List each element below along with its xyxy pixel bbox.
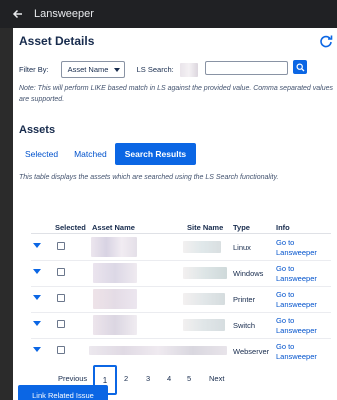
link-related-issue-button[interactable]: Link Related Issue: [18, 385, 108, 400]
column-header-selected: Selected: [55, 223, 86, 232]
expand-row-icon[interactable]: [33, 269, 41, 274]
column-header-asset-name: Asset Name: [92, 223, 135, 232]
filter-by-value: Asset Name: [67, 65, 109, 74]
search-button[interactable]: [293, 60, 307, 74]
asset-type: Switch: [233, 321, 256, 330]
window-titlebar: Lansweeper: [0, 0, 337, 28]
page-title: Asset Details: [19, 34, 95, 48]
left-gutter: [0, 28, 13, 400]
row-select-checkbox[interactable]: [57, 320, 65, 328]
asset-type: Webserver: [233, 347, 270, 356]
window-title: Lansweeper: [34, 8, 94, 20]
page-4-button[interactable]: 4: [167, 374, 171, 383]
redacted-asset-name: [93, 263, 137, 283]
asset-type: Linux: [233, 243, 251, 252]
chevron-down-icon: [113, 67, 120, 72]
asset-type: Printer: [233, 295, 256, 304]
ls-search-label: LS Search:: [136, 65, 174, 74]
row-select-checkbox[interactable]: [57, 268, 65, 276]
page-2-button[interactable]: 2: [124, 374, 128, 383]
redacted-block: [179, 62, 198, 77]
redacted-asset-name: [93, 315, 137, 335]
assets-tabs: Selected Matched Search Results: [19, 143, 197, 165]
go-to-lansweeper-link[interactable]: Go to Lansweeper: [276, 264, 326, 284]
table-row: Webserver Go to Lansweeper: [13, 339, 337, 364]
redacted-site-name: [183, 267, 227, 279]
next-page-button[interactable]: Next: [209, 374, 224, 383]
previous-page-button[interactable]: Previous: [58, 374, 87, 383]
column-header-site-name: Site Name: [187, 223, 224, 232]
go-to-lansweeper-link[interactable]: Go to Lansweeper: [276, 238, 326, 258]
column-header-info: Info: [276, 223, 290, 232]
redacted-asset-name: [93, 289, 137, 309]
table-row: Printer Go to Lansweeper: [13, 287, 337, 312]
tab-selected[interactable]: Selected: [19, 143, 66, 165]
redacted-site-name: [183, 293, 225, 305]
table-row: Linux Go to Lansweeper: [13, 235, 337, 260]
expand-row-icon[interactable]: [33, 347, 41, 352]
table-row: Switch Go to Lansweeper: [13, 313, 337, 338]
page-3-button[interactable]: 3: [146, 374, 150, 383]
redacted-asset-name: [89, 346, 227, 355]
expand-row-icon[interactable]: [33, 243, 41, 248]
table-description: This table displays the assets which are…: [19, 174, 279, 181]
page-5-button[interactable]: 5: [187, 374, 191, 383]
asset-type: Windows: [233, 269, 264, 278]
table-row: Windows Go to Lansweeper: [13, 261, 337, 286]
refresh-icon[interactable]: [319, 34, 333, 48]
tab-matched[interactable]: Matched: [66, 143, 115, 165]
row-select-checkbox[interactable]: [57, 242, 65, 250]
column-header-type: Type: [233, 223, 250, 232]
redacted-site-name: [183, 241, 221, 253]
redacted-asset-name: [91, 237, 137, 257]
table-header-divider: [31, 233, 331, 234]
asset-details-panel: Asset Details Filter By: Asset Name LS S…: [13, 28, 337, 400]
go-to-lansweeper-link[interactable]: Go to Lansweeper: [276, 342, 326, 362]
row-select-checkbox[interactable]: [57, 294, 65, 302]
search-icon: [296, 63, 304, 71]
tab-search-results[interactable]: Search Results: [114, 143, 197, 165]
expand-row-icon[interactable]: [33, 295, 41, 300]
assets-title: Assets: [19, 124, 56, 136]
expand-row-icon[interactable]: [33, 321, 41, 326]
go-to-lansweeper-link[interactable]: Go to Lansweeper: [276, 316, 326, 336]
back-arrow-icon[interactable]: [10, 6, 26, 22]
go-to-lansweeper-link[interactable]: Go to Lansweeper: [276, 290, 326, 310]
filter-by-select[interactable]: Asset Name: [60, 61, 125, 78]
filter-by-label: Filter By:: [19, 65, 49, 74]
search-note: Note: This will perform LIKE based match…: [19, 85, 333, 103]
row-select-checkbox[interactable]: [57, 346, 65, 354]
ls-search-input[interactable]: [205, 61, 288, 75]
filter-row: Filter By: Asset Name LS Search:: [19, 61, 198, 78]
redacted-site-name: [183, 319, 225, 331]
panel-header: Asset Details: [19, 32, 333, 50]
